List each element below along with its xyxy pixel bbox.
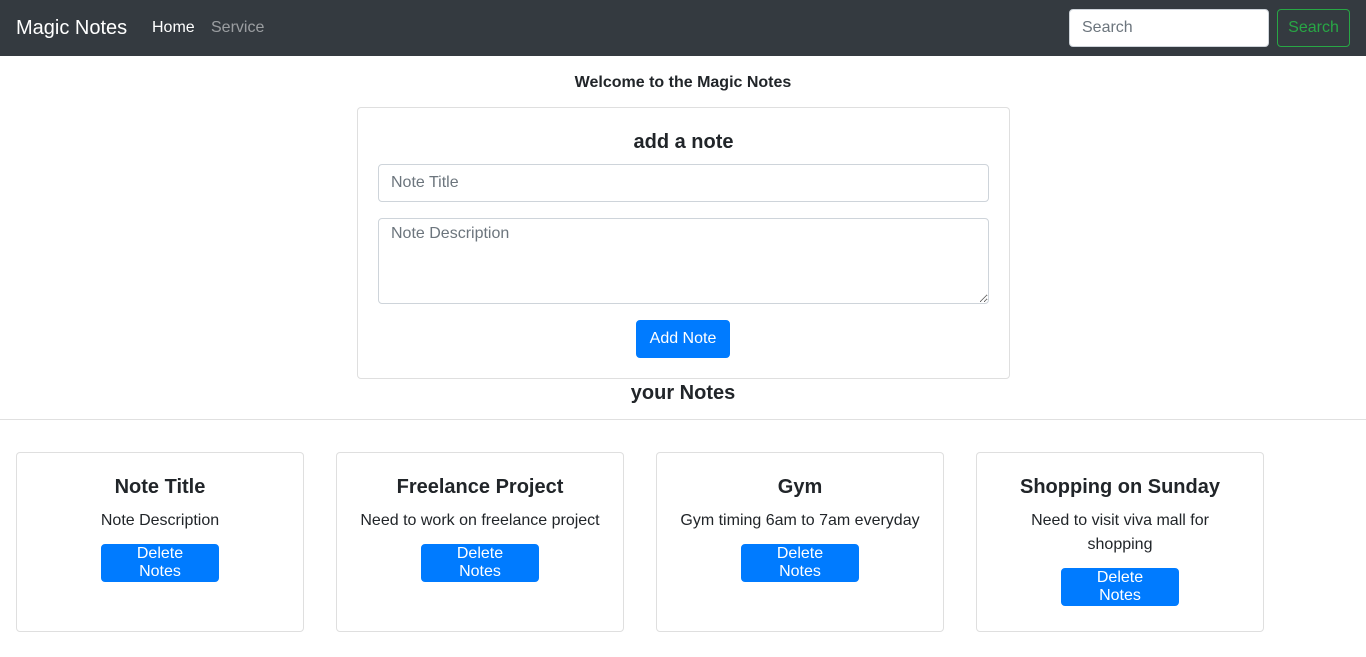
note-card-text: Need to visit viva mall for shopping <box>1031 512 1209 553</box>
search-input[interactable] <box>1069 9 1269 47</box>
delete-note-button[interactable]: Delete Notes <box>1061 568 1179 606</box>
add-note-button[interactable]: Add Note <box>636 320 730 358</box>
note-card-text: Gym timing 6am to 7am everyday <box>680 512 920 529</box>
welcome-text: Welcome to the Magic Notes <box>574 74 792 91</box>
note-card-title: Gym <box>777 476 823 498</box>
note-card: Note Title Note Description Delete Notes <box>16 452 304 632</box>
divider <box>0 419 1366 420</box>
delete-note-button[interactable]: Delete Notes <box>741 544 859 582</box>
nav-link-home[interactable]: Home <box>152 17 195 39</box>
note-card: Gym Gym timing 6am to 7am everyday Delet… <box>656 452 944 632</box>
brand-logo[interactable]: Magic Notes <box>16 14 127 42</box>
note-card-text: Note Description <box>100 512 220 529</box>
your-notes-heading: your Notes <box>630 382 736 404</box>
note-card-title: Shopping on Sunday <box>1020 476 1220 498</box>
note-card: Shopping on Sunday Need to visit viva ma… <box>976 452 1264 632</box>
search-button[interactable]: Search <box>1277 9 1350 47</box>
add-note-card: add a note Add Note <box>357 107 1010 379</box>
note-card-title: Freelance Project <box>396 476 564 498</box>
add-note-heading: add a note <box>633 131 734 153</box>
navbar: Magic Notes Home Service Search <box>0 0 1366 56</box>
note-title-input[interactable] <box>378 164 989 202</box>
note-card-text: Need to work on freelance project <box>360 512 600 529</box>
note-card-title: Note Title <box>114 476 206 498</box>
nav-link-service[interactable]: Service <box>211 17 264 39</box>
delete-note-button[interactable]: Delete Notes <box>101 544 219 582</box>
note-card: Freelance Project Need to work on freela… <box>336 452 624 632</box>
delete-note-button[interactable]: Delete Notes <box>421 544 539 582</box>
note-description-input[interactable] <box>378 218 989 304</box>
